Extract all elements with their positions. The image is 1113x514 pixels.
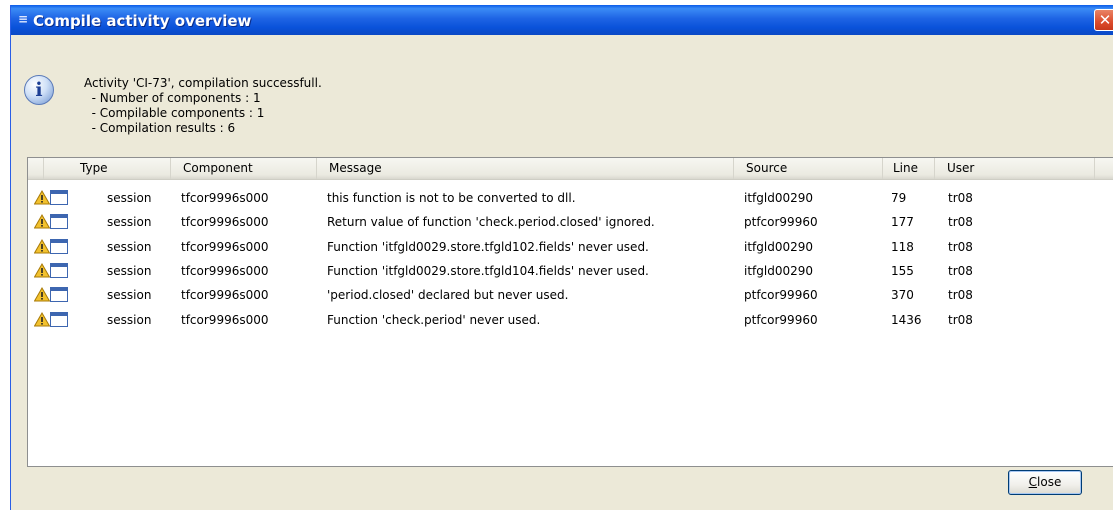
cell-user: tr08 (948, 239, 973, 254)
table-row[interactable]: session tfcor9996s000 'period.closed' decl… (28, 283, 1113, 307)
table-header: Type Component Message Source Line User (28, 158, 1113, 180)
cell-user: tr08 (948, 191, 973, 205)
results-table[interactable]: Type Component Message Source Line User … (27, 157, 1113, 467)
window-icon (50, 190, 68, 205)
title-bar[interactable]: ≡ Compile activity overview ✕ (11, 5, 1113, 35)
column-header-source[interactable]: Source (734, 158, 883, 179)
summary-line: Activity 'CI-73', compilation successful… (84, 76, 322, 90)
table-row[interactable]: session tfcor9996s000 Function 'check.peri… (28, 308, 1113, 332)
cell-user: tr08 (948, 312, 973, 327)
table-row[interactable]: session tfcor9996s000 Return value of func… (28, 210, 1113, 234)
cell-component: tfcor9996s000 (181, 263, 269, 278)
cell-type: session (107, 288, 152, 303)
window-icon (50, 262, 68, 278)
cell-source: itfgld00290 (744, 191, 814, 205)
cell-type: session (107, 191, 152, 205)
table-row[interactable]: session tfcor9996s000 Function 'itfgld0029… (28, 235, 1113, 259)
app-icon: ≡ (18, 12, 29, 26)
cell-line: 370 (891, 288, 914, 303)
close-button[interactable]: Close (1008, 470, 1082, 495)
window-icon (50, 311, 68, 327)
cell-component: tfcor9996s000 (181, 312, 269, 327)
table-row[interactable]: session tfcor9996s000 Function 'itfgld0029… (28, 259, 1113, 283)
warning-icon (34, 214, 50, 229)
warning-icon (34, 238, 50, 254)
window-title: Compile activity overview (33, 12, 252, 30)
window-icon (50, 287, 68, 303)
cell-message: this function is not to be converted to … (327, 191, 576, 205)
cell-source: itfgld00290 (744, 239, 814, 254)
cell-user: tr08 (948, 288, 973, 303)
close-label-rest: lose (1037, 475, 1062, 489)
cell-user: tr08 (948, 263, 973, 278)
table-row[interactable]: session tfcor9996s000 this function is not… (28, 186, 1113, 210)
window-close-button[interactable]: ✕ (1094, 9, 1113, 31)
cell-component: tfcor9996s000 (181, 215, 269, 230)
cell-line: 79 (891, 191, 907, 205)
warning-icon (34, 311, 50, 326)
cell-source: ptfcor99960 (744, 215, 818, 230)
summary-line: - Compilation results : 6 (84, 121, 236, 135)
cell-message: Return value of function 'check.period.c… (327, 215, 655, 230)
cell-line: 155 (891, 263, 914, 278)
cell-message: Function 'itfgld0029.store.tfgld102.fiel… (327, 239, 649, 254)
cell-source: ptfcor99960 (744, 288, 818, 303)
cell-message: 'period.closed' declared but never used. (327, 288, 569, 303)
cell-component: tfcor9996s000 (181, 191, 269, 205)
window-icon (50, 238, 68, 254)
close-mnemonic: C (1028, 475, 1038, 489)
cell-line: 1436 (891, 312, 922, 327)
header-spacer (28, 158, 44, 179)
cell-component: tfcor9996s000 (181, 239, 269, 254)
dialog-window: ≡ Compile activity overview ✕ i Activity… (10, 5, 1113, 510)
warning-icon (34, 287, 50, 302)
cell-component: tfcor9996s000 (181, 288, 269, 303)
cell-type: session (107, 263, 152, 278)
cell-type: session (107, 239, 152, 254)
window-icon (50, 214, 68, 230)
cell-message: Function 'check.period' never used. (327, 312, 541, 327)
column-header-type[interactable]: Type (44, 158, 171, 179)
warning-icon (34, 190, 50, 205)
info-icon: i (24, 75, 54, 105)
cell-type: session (107, 312, 152, 327)
cell-message: Function 'itfgld0029.store.tfgld104.fiel… (327, 263, 649, 278)
cell-source: itfgld00290 (744, 263, 814, 278)
cell-source: ptfcor99960 (744, 312, 818, 327)
warning-icon (34, 262, 50, 278)
column-header-message[interactable]: Message (317, 158, 734, 179)
header-filler (1095, 158, 1113, 179)
summary-line: - Number of components : 1 (84, 91, 261, 105)
cell-line: 118 (891, 239, 914, 254)
column-header-component[interactable]: Component (171, 158, 317, 179)
cell-type: session (107, 215, 152, 230)
cell-line: 177 (891, 215, 914, 230)
cell-user: tr08 (948, 215, 973, 230)
column-header-user[interactable]: User (935, 158, 1095, 179)
summary-line: - Compilable components : 1 (84, 106, 265, 120)
compile-summary: Activity 'CI-73', compilation successful… (84, 76, 322, 136)
column-header-line[interactable]: Line (883, 158, 935, 179)
